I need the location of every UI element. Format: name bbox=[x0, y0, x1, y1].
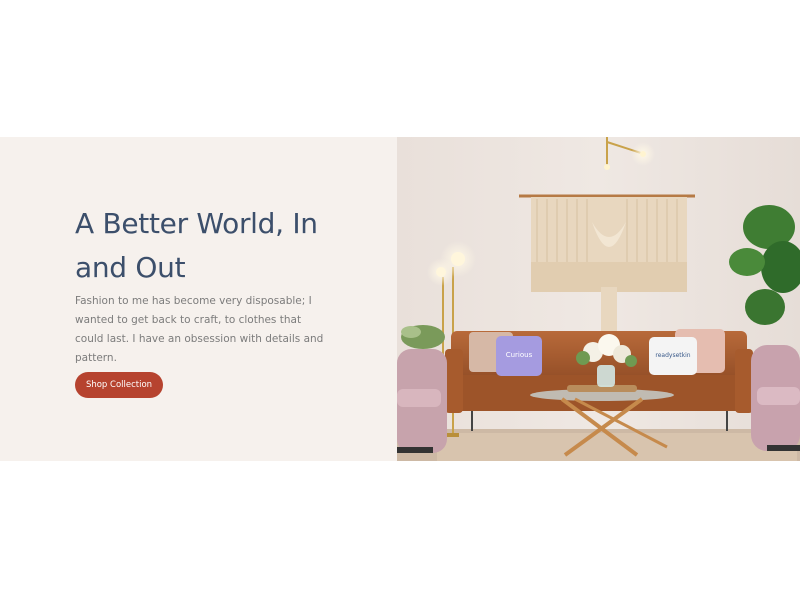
hero-description: Fashion to me has become very disposable… bbox=[75, 295, 324, 364]
rug bbox=[437, 433, 797, 461]
shop-collection-button[interactable]: Shop Collection bbox=[75, 372, 163, 398]
plant-left bbox=[401, 325, 445, 349]
hero-section: A Better World, In and Out Fashion to me… bbox=[0, 137, 800, 461]
hero-title: A Better World, In and Out bbox=[75, 207, 318, 284]
pillow-right-text: readysetkin bbox=[655, 352, 690, 359]
hero-text-panel: A Better World, In and Out Fashion to me… bbox=[0, 137, 397, 461]
armchair-left bbox=[397, 349, 447, 453]
armchair-right bbox=[751, 345, 800, 451]
living-room-photo: Curious readysetkin bbox=[397, 137, 800, 461]
pillow-left-text: Curious bbox=[506, 351, 533, 359]
hero-image: Curious readysetkin bbox=[397, 137, 800, 461]
